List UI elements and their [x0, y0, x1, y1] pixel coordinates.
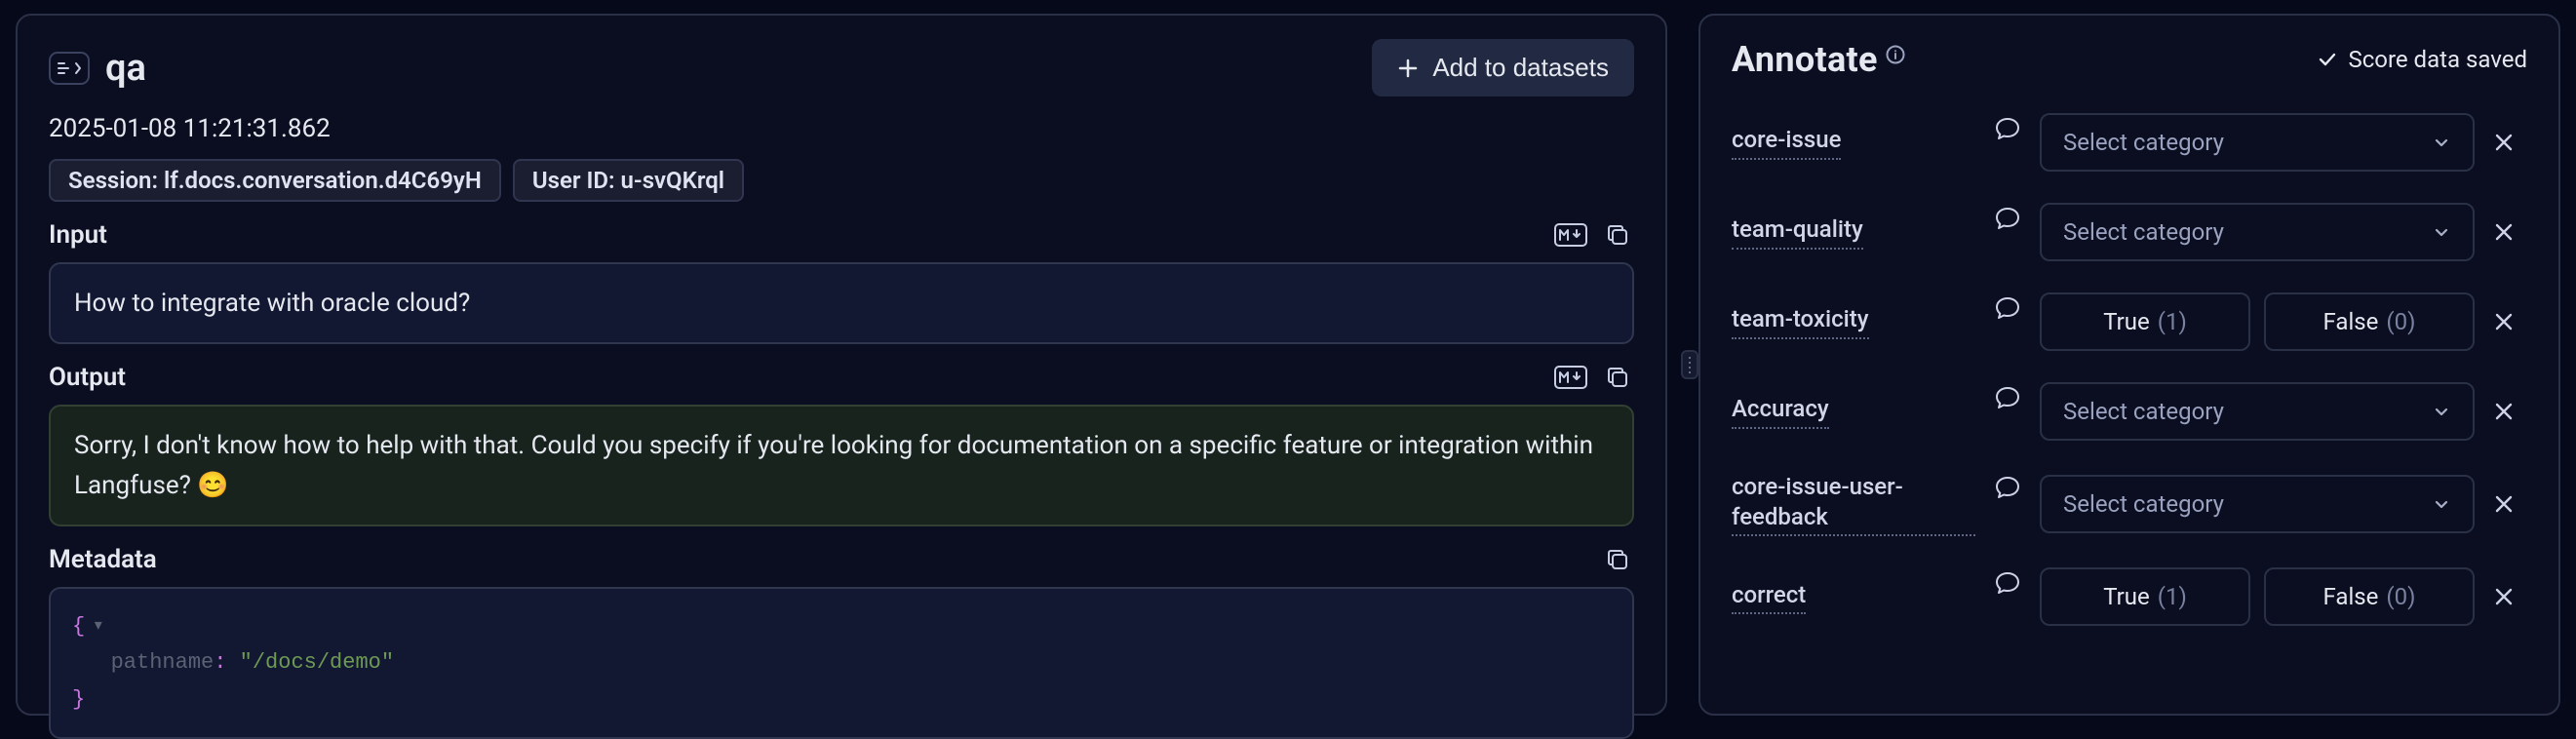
- score-label[interactable]: team-quality: [1732, 214, 1863, 249]
- select-placeholder: Select category: [2063, 129, 2224, 156]
- true-label: True: [2103, 308, 2150, 335]
- annotate-header: Annotate Score data saved: [1732, 39, 2527, 80]
- category-select[interactable]: Select category: [2040, 475, 2475, 533]
- comment-icon[interactable]: [1981, 292, 2034, 351]
- trace-timestamp: 2025-01-08 11:21:31.862: [49, 114, 1634, 143]
- trace-title: qa: [105, 47, 1356, 90]
- score-label[interactable]: core-issue: [1732, 125, 1841, 159]
- annotate-row: correct True (1) False (0): [1732, 567, 2527, 626]
- annotate-rows: core-issue Select category team-quality Sel…: [1732, 113, 2527, 626]
- trace-chips: Session: lf.docs.conversation.d4C69yH Us…: [49, 159, 1634, 202]
- comment-icon[interactable]: [1981, 113, 2034, 172]
- score-label[interactable]: correct: [1732, 580, 1806, 614]
- delete-score-icon[interactable]: [2480, 131, 2527, 154]
- true-count: (1): [2158, 583, 2187, 610]
- category-select[interactable]: Select category: [2040, 113, 2475, 172]
- false-button[interactable]: False (0): [2264, 567, 2475, 626]
- false-label: False: [2323, 583, 2379, 610]
- comment-icon[interactable]: [1981, 472, 2034, 536]
- delete-score-icon[interactable]: [2480, 400, 2527, 423]
- input-section: Input How to integrate with oracle cloud…: [49, 215, 1634, 344]
- false-count: (0): [2386, 308, 2415, 335]
- true-button[interactable]: True (1): [2040, 567, 2250, 626]
- copy-icon[interactable]: [1601, 543, 1634, 576]
- metadata-pathname: "/docs/demo": [240, 650, 394, 675]
- select-placeholder: Select category: [2063, 218, 2224, 246]
- trace-type-badge: [49, 52, 90, 85]
- annotate-row: core-issue Select category: [1732, 113, 2527, 172]
- session-chip[interactable]: Session: lf.docs.conversation.d4C69yH: [49, 159, 501, 202]
- comment-icon[interactable]: [1981, 567, 2034, 626]
- markdown-toggle-icon[interactable]: [1554, 361, 1587, 394]
- score-label[interactable]: team-toxicity: [1732, 304, 1869, 338]
- user-chip[interactable]: User ID: u-svQKrql: [513, 159, 744, 202]
- copy-icon[interactable]: [1601, 218, 1634, 252]
- score-label[interactable]: Accuracy: [1732, 394, 1829, 428]
- score-label[interactable]: core-issue-user-feedback: [1732, 472, 1975, 536]
- comment-icon[interactable]: [1981, 203, 2034, 261]
- delete-score-icon[interactable]: [2480, 220, 2527, 244]
- resize-handle[interactable]: [1681, 350, 1698, 379]
- delete-score-icon[interactable]: [2480, 585, 2527, 608]
- annotate-panel: Annotate Score data saved core-issue Sele…: [1698, 14, 2560, 716]
- true-count: (1): [2158, 308, 2187, 335]
- output-heading: Output: [49, 363, 1554, 392]
- category-select[interactable]: Select category: [2040, 203, 2475, 261]
- trace-detail-panel: qa Add to datasets 2025-01-08 11:21:31.8…: [16, 14, 1667, 716]
- metadata-heading: Metadata: [49, 545, 1601, 574]
- metadata-section: Metadata { ▾ pathname: "/docs/demo" }: [49, 540, 1634, 739]
- add-to-datasets-label: Add to datasets: [1432, 53, 1609, 83]
- delete-score-icon[interactable]: [2480, 492, 2527, 516]
- annotate-row: core-issue-user-feedback Select category: [1732, 472, 2527, 536]
- input-heading: Input: [49, 220, 1554, 250]
- output-content: Sorry, I don't know how to help with tha…: [49, 405, 1634, 526]
- true-button[interactable]: True (1): [2040, 292, 2250, 351]
- add-to-datasets-button[interactable]: Add to datasets: [1372, 39, 1634, 97]
- false-button[interactable]: False (0): [2264, 292, 2475, 351]
- select-placeholder: Select category: [2063, 490, 2224, 518]
- annotate-title: Annotate: [1732, 39, 1878, 80]
- info-icon[interactable]: [1886, 45, 1905, 64]
- metadata-content: { ▾ pathname: "/docs/demo" }: [49, 587, 1634, 739]
- false-label: False: [2323, 308, 2379, 335]
- output-section: Output Sorry, I don't know how to help w…: [49, 358, 1634, 526]
- category-select[interactable]: Select category: [2040, 382, 2475, 441]
- annotate-row: Accuracy Select category: [1732, 382, 2527, 441]
- input-content: How to integrate with oracle cloud?: [49, 262, 1634, 344]
- annotate-row: team-toxicity True (1) False (0): [1732, 292, 2527, 351]
- trace-header: qa Add to datasets: [49, 39, 1634, 97]
- delete-score-icon[interactable]: [2480, 310, 2527, 333]
- false-count: (0): [2386, 583, 2415, 610]
- markdown-toggle-icon[interactable]: [1554, 218, 1587, 252]
- true-label: True: [2103, 583, 2150, 610]
- saved-text: Score data saved: [2348, 46, 2527, 73]
- copy-icon[interactable]: [1601, 361, 1634, 394]
- annotate-row: team-quality Select category: [1732, 203, 2527, 261]
- boolean-group: True (1) False (0): [2040, 292, 2475, 351]
- saved-indicator: Score data saved: [2317, 46, 2527, 73]
- comment-icon[interactable]: [1981, 382, 2034, 441]
- select-placeholder: Select category: [2063, 398, 2224, 425]
- boolean-group: True (1) False (0): [2040, 567, 2475, 626]
